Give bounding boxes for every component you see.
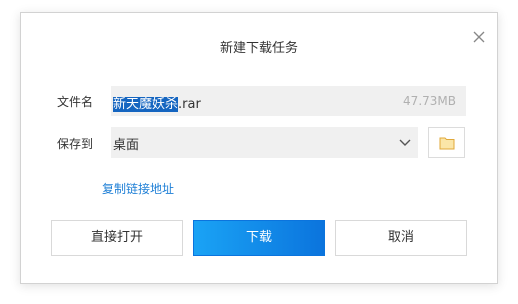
filename-extension: .rar — [178, 97, 201, 112]
dialog-title: 新建下载任务 — [219, 41, 298, 56]
file-size: 47.73MB — [403, 94, 456, 108]
filename-value: 新天魔妖杀.rar — [113, 93, 201, 112]
save-path-select[interactable]: 桌面 — [111, 127, 418, 158]
browse-folder-button[interactable] — [428, 127, 465, 158]
folder-icon — [439, 137, 455, 150]
close-icon — [473, 31, 485, 43]
copy-link-address[interactable]: 复制链接地址 — [102, 180, 174, 197]
download-button[interactable]: 下载 — [193, 220, 325, 256]
chevron-down-icon — [399, 139, 411, 146]
cancel-button[interactable]: 取消 — [335, 220, 467, 256]
filename-input[interactable]: 新天魔妖杀.rar 47.73MB — [111, 86, 466, 116]
save-path-value: 桌面 — [113, 138, 140, 153]
direct-open-button[interactable]: 直接打开 — [51, 220, 183, 256]
filename-selected-text: 新天魔妖杀 — [113, 97, 179, 112]
close-button[interactable] — [471, 29, 487, 45]
filename-label: 文件名 — [57, 95, 94, 109]
download-dialog: 新建下载任务 文件名 新天魔妖杀.rar 47.73MB 保存到 桌面 复制链接… — [20, 12, 498, 284]
save-to-label: 保存到 — [57, 137, 94, 151]
